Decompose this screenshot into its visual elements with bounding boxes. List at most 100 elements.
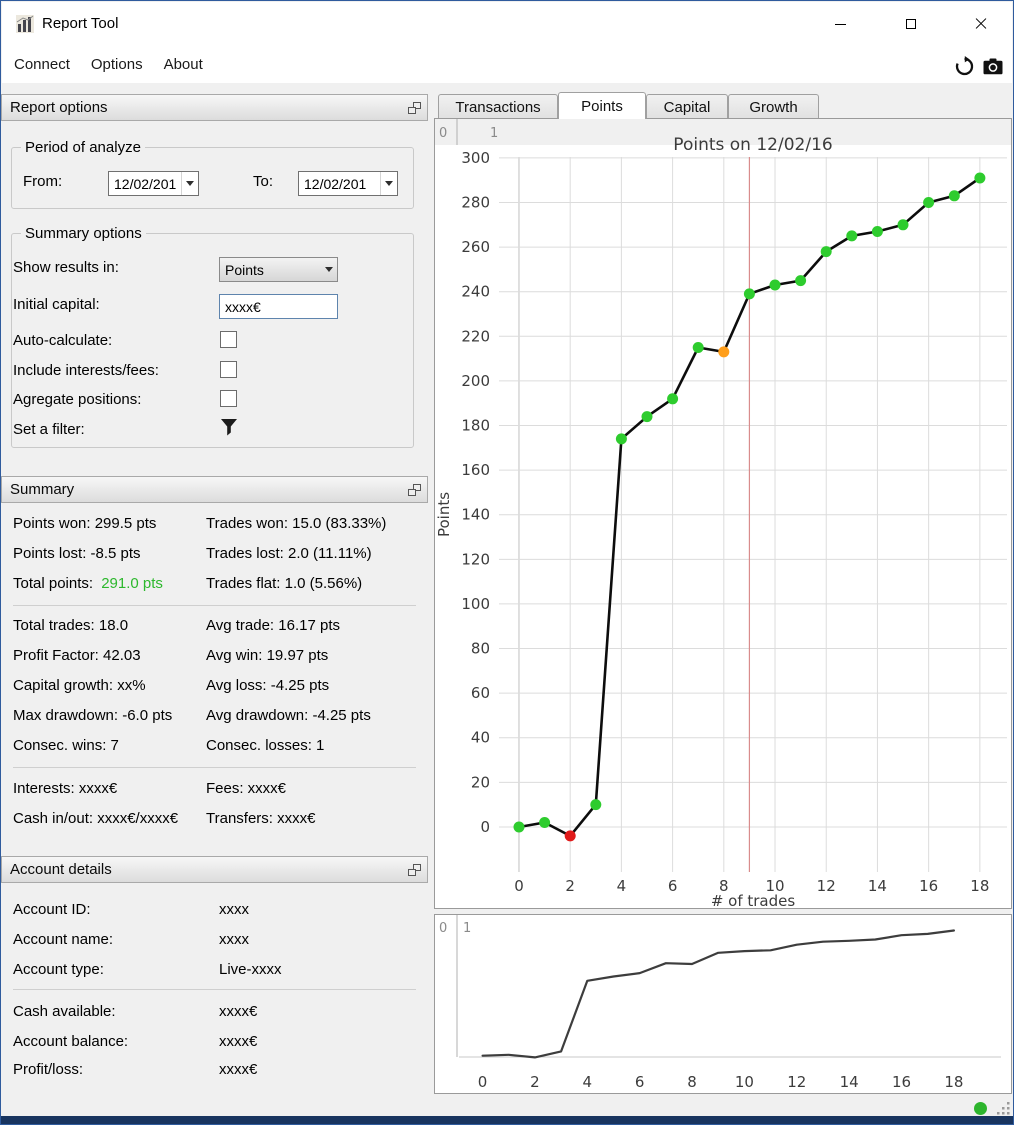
account-details-title: Account details (10, 861, 112, 878)
overview-chart[interactable]: 02468101214161801 (434, 914, 1012, 1094)
stat-fees: Fees: xxxx€ (206, 780, 286, 798)
svg-text:12: 12 (787, 1073, 806, 1091)
account-balance-label: Account balance: (13, 1033, 128, 1051)
stat-cash-in-out: Cash in/out: xxxx€/xxxx€ (13, 810, 178, 828)
refresh-icon (954, 56, 975, 77)
svg-text:0: 0 (514, 877, 524, 895)
close-icon (975, 18, 987, 30)
account-id-label: Account ID: (13, 901, 91, 919)
account-name-value: xxxx (219, 931, 249, 949)
account-id-value: xxxx (219, 901, 249, 919)
svg-text:0: 0 (478, 1073, 488, 1091)
maximize-button[interactable] (888, 2, 933, 46)
divider (13, 989, 416, 990)
camera-icon (983, 58, 1003, 75)
stat-points-lost: Points lost: -8.5 pts (13, 545, 141, 563)
float-panel-icon[interactable] (408, 484, 421, 496)
stat-avg-drawdown: Avg drawdown: -4.25 pts (206, 707, 371, 725)
stat-trades-won: Trades won: 15.0 (83.33%) (206, 515, 386, 533)
agregate-positions-checkbox[interactable] (220, 390, 237, 407)
tab-points[interactable]: Points (558, 92, 646, 119)
to-date-select[interactable]: 12/02/201 (298, 171, 398, 196)
points-chart[interactable]: 0246810121416180204060801001201401601802… (434, 118, 1012, 909)
svg-text:14: 14 (868, 877, 887, 895)
stat-interests: Interests: xxxx€ (13, 780, 117, 798)
profit-loss-label: Profit/loss: (13, 1061, 83, 1079)
initial-capital-label: Initial capital: (13, 296, 100, 313)
close-button[interactable] (958, 2, 1003, 46)
stat-avg-trade: Avg trade: 16.17 pts (206, 617, 340, 635)
cash-available-value: xxxx€ (219, 1003, 257, 1021)
overview-chart-svg[interactable]: 02468101214161801 (435, 915, 1011, 1093)
stat-max-drawdown: Max drawdown: -6.0 pts (13, 707, 172, 725)
stat-avg-loss: Avg loss: -4.25 pts (206, 677, 329, 695)
svg-text:10: 10 (735, 1073, 754, 1091)
stat-trades-flat: Trades flat: 1.0 (5.56%) (206, 575, 362, 593)
tab-transactions[interactable]: Transactions (438, 94, 558, 119)
screenshot-button[interactable] (980, 53, 1006, 79)
menu-item-connect[interactable]: Connect (12, 52, 72, 77)
svg-text:200: 200 (461, 372, 490, 390)
svg-text:4: 4 (583, 1073, 593, 1091)
set-filter-label: Set a filter: (13, 421, 85, 438)
stat-profit-factor: Profit Factor: 42.03 (13, 647, 141, 665)
to-label: To: (253, 173, 273, 190)
include-fees-checkbox[interactable] (220, 361, 237, 378)
svg-text:140: 140 (461, 506, 490, 524)
menubar: Connect Options About (2, 46, 1012, 83)
float-panel-icon[interactable] (408, 864, 421, 876)
tab-capital[interactable]: Capital (646, 94, 728, 119)
svg-text:0: 0 (439, 126, 447, 141)
svg-text:120: 120 (461, 550, 490, 568)
window-bottom-border (1, 1116, 1013, 1124)
cash-available-label: Cash available: (13, 1003, 116, 1021)
include-fees-label: Include interests/fees: (13, 362, 159, 379)
stat-points-won: Points won: 299.5 pts (13, 515, 156, 533)
svg-text:220: 220 (461, 327, 490, 345)
refresh-button[interactable] (951, 53, 977, 79)
points-chart-svg[interactable]: 0246810121416180204060801001201401601802… (435, 119, 1011, 908)
stat-capital-growth: Capital growth: xx% (13, 677, 146, 695)
auto-calculate-label: Auto-calculate: (13, 332, 112, 349)
profit-loss-value: xxxx€ (219, 1061, 257, 1079)
from-date-select[interactable]: 12/02/201 (108, 171, 199, 196)
report-options-title: Report options (10, 99, 108, 116)
svg-text:160: 160 (461, 461, 490, 479)
summary-options-legend: Summary options (21, 225, 146, 242)
svg-text:6: 6 (668, 877, 678, 895)
svg-text:12: 12 (817, 877, 836, 895)
tab-growth[interactable]: Growth (728, 94, 819, 119)
app-window: Report Tool Connect Options About Report… (0, 0, 1014, 1125)
svg-text:16: 16 (919, 877, 938, 895)
stat-transfers: Transfers: xxxx€ (206, 810, 315, 828)
filter-button[interactable] (220, 418, 238, 442)
show-results-select[interactable]: Points (219, 257, 338, 282)
svg-text:2: 2 (565, 877, 575, 895)
maximize-icon (906, 19, 916, 29)
svg-text:180: 180 (461, 417, 490, 435)
account-balance-value: xxxx€ (219, 1033, 257, 1051)
svg-text:20: 20 (471, 773, 490, 791)
agregate-positions-label: Agregate positions: (13, 391, 141, 408)
menu-item-options[interactable]: Options (89, 52, 145, 77)
svg-text:Points on 12/02/16: Points on 12/02/16 (673, 135, 832, 155)
minimize-button[interactable] (818, 2, 863, 46)
stat-consec-wins: Consec. wins: 7 (13, 737, 119, 755)
svg-text:Points: Points (435, 492, 453, 537)
float-panel-icon[interactable] (408, 102, 421, 114)
divider (13, 767, 416, 768)
svg-text:# of trades: # of trades (711, 892, 796, 908)
auto-calculate-checkbox[interactable] (220, 331, 237, 348)
menu-item-about[interactable]: About (162, 52, 205, 77)
svg-text:2: 2 (530, 1073, 540, 1091)
account-name-label: Account name: (13, 931, 113, 949)
resize-grip-icon (994, 1099, 1012, 1117)
stat-consec-losses: Consec. losses: 1 (206, 737, 324, 755)
svg-text:300: 300 (461, 149, 490, 167)
initial-capital-input[interactable] (219, 294, 338, 319)
chevron-down-icon (320, 258, 337, 281)
summary-title: Summary (10, 481, 74, 498)
stat-total-points-value: 291.0 pts (101, 575, 163, 592)
report-options-header: Report options (1, 94, 428, 121)
window-title: Report Tool (42, 15, 118, 32)
